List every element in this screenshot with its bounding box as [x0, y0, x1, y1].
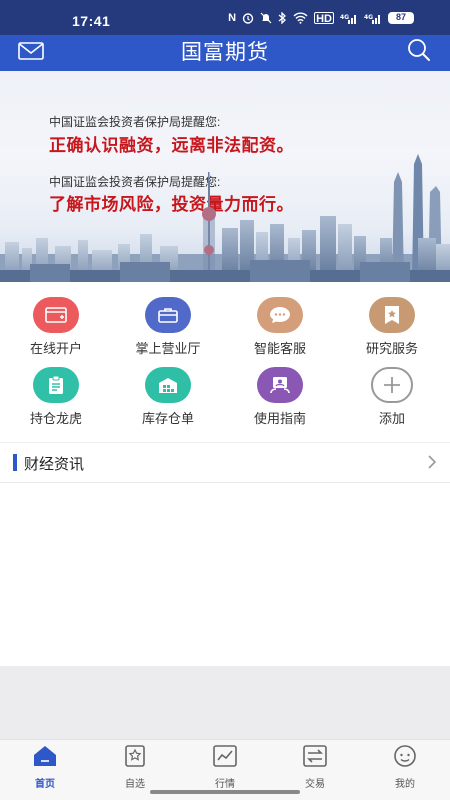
- banner-carousel[interactable]: 中国证监会投资者保护局提醒您: 正确认识融资，远离非法配资。 中国证监会投资者保…: [0, 71, 450, 282]
- status-icons: N HD 4G 4G 87: [228, 12, 414, 25]
- service-smart-support[interactable]: 智能客服: [235, 297, 325, 357]
- wifi-icon: [293, 12, 308, 24]
- tab-label: 交易: [305, 779, 325, 790]
- bluetooth-icon: [278, 12, 287, 24]
- service-research[interactable]: 研究服务: [347, 297, 437, 357]
- service-label: 库存仓单: [141, 411, 194, 426]
- chevron-right-icon[interactable]: [426, 454, 438, 470]
- banner-notice-1: 中国证监会投资者保护局提醒您:: [49, 115, 221, 129]
- search-icon[interactable]: [406, 37, 432, 63]
- star-badge-icon: [369, 297, 415, 333]
- nfc-icon: N: [228, 12, 237, 24]
- market-icon: [213, 745, 237, 767]
- alarm-icon: [242, 13, 254, 24]
- service-user-guide[interactable]: 使用指南: [235, 367, 325, 427]
- tab-label: 我的: [395, 779, 415, 790]
- app-title: 国富期货: [181, 41, 269, 64]
- signal-2-label: 4G: [364, 14, 373, 21]
- signal-1-icon: 4G: [340, 12, 358, 24]
- tab-market[interactable]: 行情: [195, 745, 255, 790]
- battery-indicator: 87: [388, 12, 414, 24]
- chat-icon: [257, 297, 303, 333]
- tab-favorites[interactable]: 自选: [105, 745, 165, 790]
- service-label: 在线开户: [29, 341, 82, 356]
- home-indicator[interactable]: [150, 790, 300, 794]
- signal-1-label: 4G: [340, 14, 349, 21]
- plus-icon: [371, 367, 413, 403]
- service-add[interactable]: 添加: [347, 367, 437, 427]
- mute-icon: [260, 12, 272, 24]
- tab-label: 首页: [35, 779, 55, 790]
- app-header: 国富期货: [0, 35, 450, 71]
- status-time: 17:41: [72, 13, 111, 29]
- tab-profile[interactable]: 我的: [375, 745, 435, 790]
- trade-icon: [303, 745, 327, 767]
- service-mobile-hall[interactable]: 掌上营业厅: [123, 297, 213, 357]
- briefcase-icon: [145, 297, 191, 333]
- service-label: 掌上营业厅: [135, 341, 201, 356]
- service-position-ranking[interactable]: 持仓龙虎: [11, 367, 101, 427]
- service-label: 使用指南: [253, 411, 306, 426]
- city-skyline-illustration: [0, 154, 450, 282]
- favorites-icon: [125, 745, 145, 767]
- news-section-title[interactable]: 财经资讯: [24, 453, 84, 474]
- divider: [0, 442, 450, 443]
- service-open-account[interactable]: 在线开户: [11, 297, 101, 357]
- service-label: 研究服务: [365, 341, 418, 356]
- service-label: 智能客服: [253, 341, 306, 356]
- tab-label: 行情: [215, 779, 235, 790]
- tab-home[interactable]: 首页: [15, 745, 75, 790]
- guide-icon: [257, 367, 303, 403]
- profile-icon: [394, 745, 416, 767]
- hd-badge: HD: [314, 12, 334, 25]
- home-icon: [34, 746, 56, 766]
- tab-trade[interactable]: 交易: [285, 745, 345, 790]
- status-bar: 17:41 N HD 4G 4G 87: [0, 0, 450, 35]
- signal-2-icon: 4G: [364, 12, 382, 24]
- financial-news-section: 财经资讯: [0, 442, 450, 666]
- card-icon: [33, 297, 79, 333]
- service-label: 持仓龙虎: [29, 411, 82, 426]
- clipboard-icon: [33, 367, 79, 403]
- service-grid: 在线开户 掌上营业厅 智能客服 研究服务 持仓龙虎 库存仓单 使用指南 添加: [0, 282, 450, 442]
- service-warehouse-receipt[interactable]: 库存仓单: [123, 367, 213, 427]
- tab-label: 自选: [125, 779, 145, 790]
- section-accent-bar: [13, 454, 17, 471]
- warehouse-icon: [145, 367, 191, 403]
- divider: [0, 482, 450, 483]
- service-label: 添加: [378, 411, 405, 426]
